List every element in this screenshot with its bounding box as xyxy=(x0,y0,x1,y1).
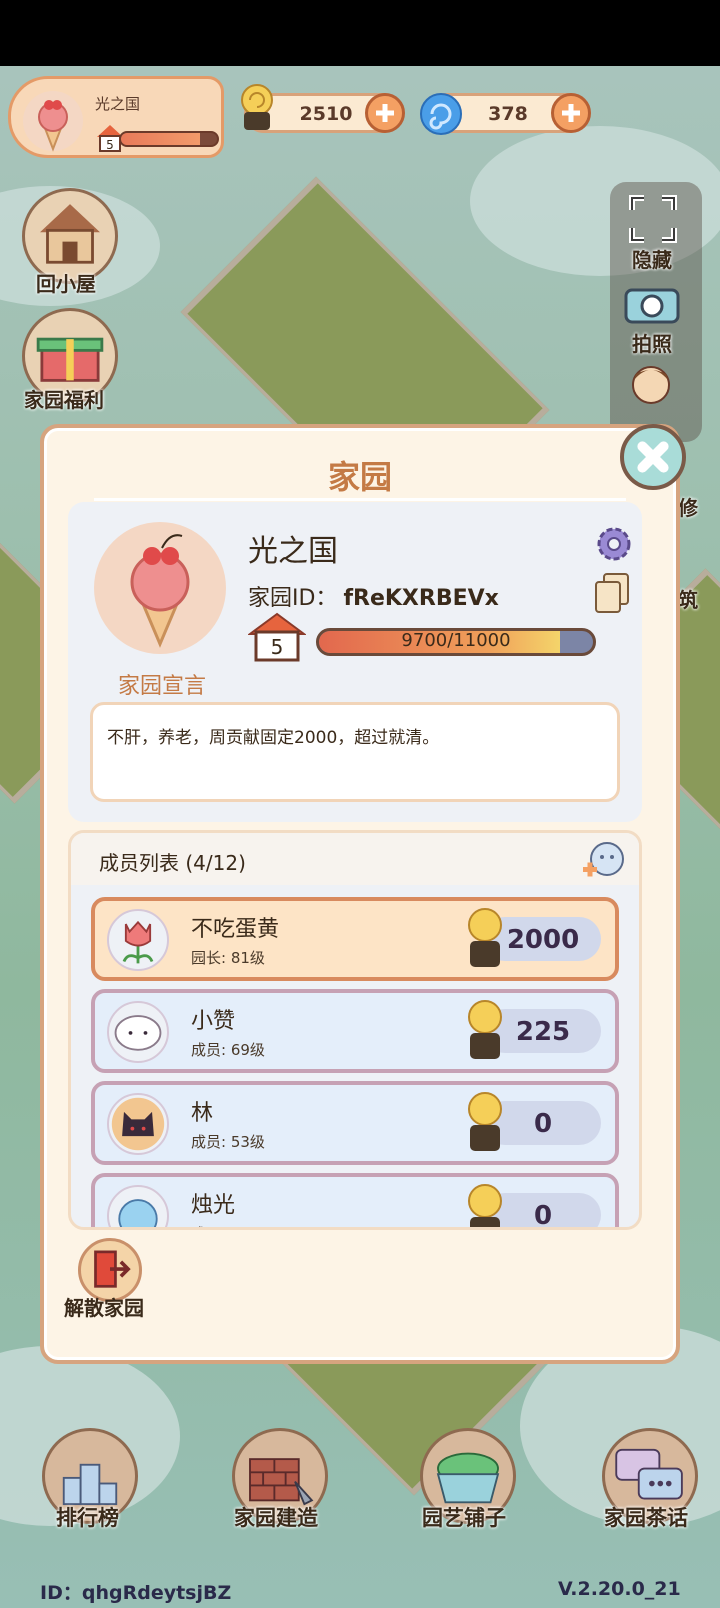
garden-info-card: 家园宣言 光之国 家园ID： fReKXRBEVx 5 9700/11000 不肝… xyxy=(68,502,642,822)
member-row[interactable]: 不吃蛋黄 园长81级 2000 xyxy=(91,897,619,981)
add-coin-button[interactable] xyxy=(365,93,405,133)
snail-medal-icon xyxy=(468,908,502,967)
garden-modal: 家园 家园宣言 光之国 家园ID： fReKXRBEVx 5 9700/1100… xyxy=(40,424,680,1364)
member-name: 小赞 xyxy=(191,1009,236,1034)
members-header: 成员列表 (4/12) xyxy=(71,833,639,885)
member-row[interactable]: 林 成员53级 0 xyxy=(91,1081,619,1165)
blue-swirl-gem-icon xyxy=(420,93,462,135)
gardening-shop-label: 园艺铺子 xyxy=(422,1506,506,1530)
character-avatar-icon[interactable] xyxy=(626,360,676,410)
ice-cream-garden-icon xyxy=(94,522,226,654)
member-name: 林 xyxy=(191,1101,214,1126)
exit-door-icon xyxy=(94,1250,131,1288)
garden-level-house-icon: 5 xyxy=(248,612,306,662)
hide-frame-icon[interactable] xyxy=(628,194,678,244)
member-row[interactable]: 烛光 成员 0 xyxy=(91,1173,619,1227)
member-avatar xyxy=(107,1185,169,1227)
member-row[interactable]: 小赞 成员69级 225 xyxy=(91,989,619,1073)
home-label: 回小屋 xyxy=(36,272,96,296)
photo-label: 拍照 xyxy=(632,332,672,356)
member-avatar xyxy=(107,1093,169,1155)
garden-id: 家园ID： fReKXRBEVx xyxy=(248,580,499,612)
sheep-icon xyxy=(114,1015,162,1051)
snail-coin-icon xyxy=(241,84,273,130)
garden-id-label: 家园ID： xyxy=(248,586,338,611)
ice-cream-avatar-icon xyxy=(23,91,83,152)
member-avatar xyxy=(107,909,169,971)
member-name: 烛光 xyxy=(191,1193,236,1218)
build-label: 筑 xyxy=(678,588,698,612)
hide-label: 隐藏 xyxy=(632,248,672,272)
gem-counter: 378 xyxy=(420,93,591,135)
gear-icon[interactable] xyxy=(594,524,634,564)
ranking-label: 排行榜 xyxy=(56,1506,119,1530)
dissolve-garden-label: 解散家园 xyxy=(64,1296,144,1320)
title-divider xyxy=(94,498,626,501)
profile-panel[interactable]: 光之国 5 xyxy=(8,76,224,158)
member-meta: 园长81级 xyxy=(191,947,265,968)
svg-text:5: 5 xyxy=(271,635,284,659)
garden-id-value: fReKXRBEVx xyxy=(343,586,499,611)
garden-name: 光之国 xyxy=(248,534,338,569)
profile-name: 光之国 xyxy=(95,95,141,113)
declaration-text[interactable]: 不肝，养老，周贡献固定2000，超过就清。 xyxy=(90,702,620,802)
snail-medal-icon xyxy=(468,1184,502,1227)
member-meta: 成员53级 xyxy=(191,1131,265,1152)
member-name: 不吃蛋黄 xyxy=(191,917,280,942)
camera-icon[interactable] xyxy=(622,282,682,326)
member-meta: 成员 xyxy=(191,1223,226,1227)
repair-label: 修 xyxy=(678,496,698,520)
svg-text:5: 5 xyxy=(106,138,114,152)
snail-medal-icon xyxy=(468,1000,502,1059)
version-text: V.2.20.0_21 xyxy=(558,1578,681,1600)
black-cat-icon xyxy=(111,1097,165,1151)
snail-medal-icon xyxy=(468,1092,502,1151)
member-meta: 成员69级 xyxy=(191,1039,265,1060)
copy-icon[interactable] xyxy=(594,572,630,616)
build-label: 家园建造 xyxy=(234,1506,318,1530)
declaration-label: 家园宣言 xyxy=(117,674,206,699)
blue-bird-icon xyxy=(118,1199,158,1227)
gem-value: 378 xyxy=(488,103,528,125)
garden-chat-label: 家园茶话 xyxy=(604,1506,688,1530)
profile-level-bar xyxy=(119,131,219,147)
modal-title: 家园 xyxy=(327,458,392,496)
members-card: 成员列表 (4/12) 不吃蛋黄 园长81级 2000 xyxy=(68,830,642,1230)
member-avatar xyxy=(107,1001,169,1063)
welfare-label: 家园福利 xyxy=(24,388,104,412)
add-member-icon[interactable] xyxy=(581,839,625,883)
tulip-icon xyxy=(122,920,154,964)
snail-coin-value: 2510 xyxy=(299,103,353,125)
snail-coin-counter: 2510 xyxy=(241,84,405,133)
members-title: 成员列表 (4/12) xyxy=(99,851,246,875)
garden-progress-text: 9700/11000 xyxy=(401,630,511,651)
close-button[interactable] xyxy=(620,424,686,490)
player-id: IDqhgRdeytsjBZ xyxy=(40,1578,231,1605)
add-gem-button[interactable] xyxy=(551,93,591,133)
